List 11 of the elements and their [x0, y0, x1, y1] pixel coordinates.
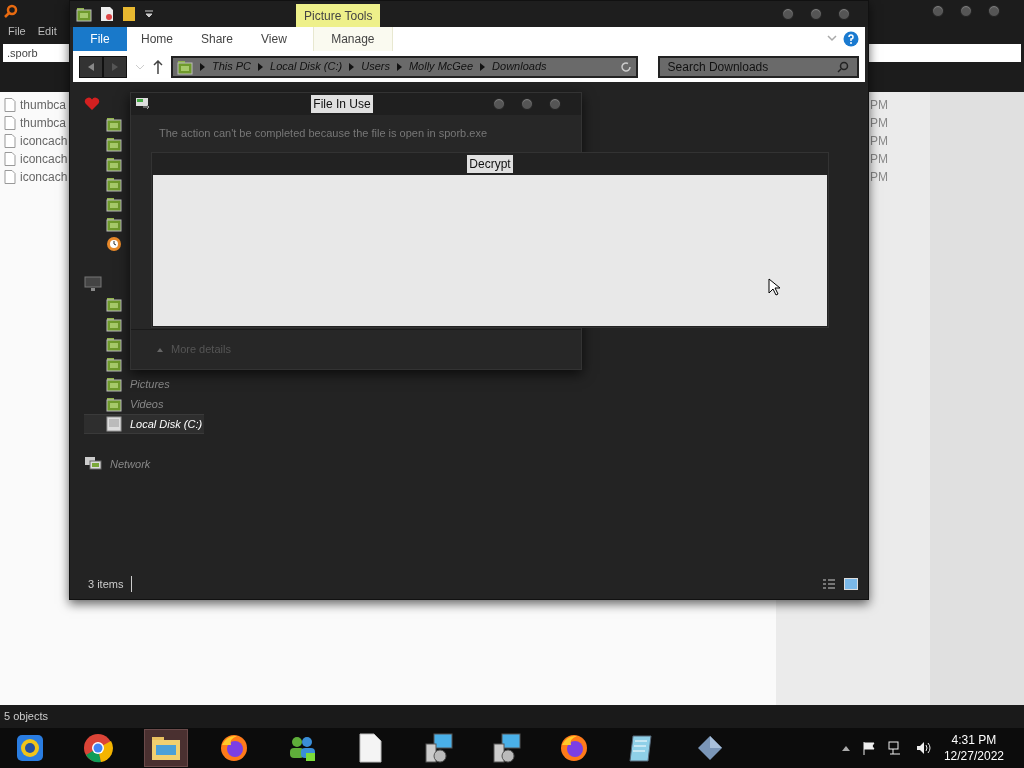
context-tab-title: Picture Tools	[296, 4, 381, 27]
file-time: PM	[870, 115, 888, 132]
window-title: Decrypt	[467, 155, 513, 173]
file-time: PM	[870, 97, 888, 114]
dialog-message: The action can't be completed because the file is open in sporb.exe	[158, 126, 489, 141]
item-count: 3 items	[84, 575, 133, 593]
dialog-title: File In Use	[311, 95, 373, 113]
status-text: 5 objects	[4, 709, 49, 725]
file-time: PM	[870, 169, 888, 186]
file-time: PM	[870, 151, 888, 168]
file-time: PM	[870, 133, 888, 150]
